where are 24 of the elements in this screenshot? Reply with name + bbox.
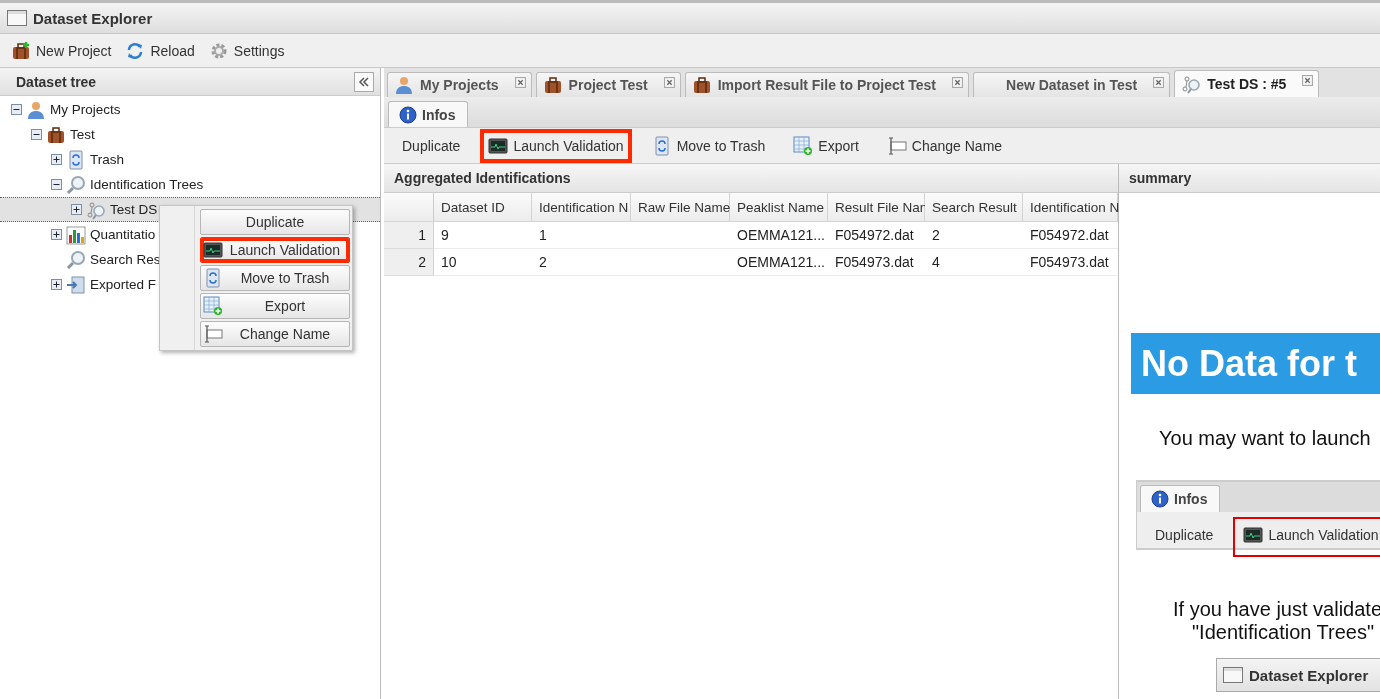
help-text: "Identification Trees" xyxy=(1191,621,1376,644)
table-cell: F054972.dat xyxy=(1023,222,1118,249)
action-label: Duplicate xyxy=(1154,526,1215,545)
row-number: 2 xyxy=(384,249,434,276)
table-cell: F054972.dat xyxy=(828,222,925,249)
panel-title: Dataset tree xyxy=(16,73,97,90)
table-cell: 2 xyxy=(925,222,1023,249)
window-title: Dataset Explorer xyxy=(33,9,153,27)
table-cell: 4 xyxy=(925,249,1023,276)
table-cell: OEMMA121... xyxy=(730,249,828,276)
panel-title: summary xyxy=(1119,164,1380,193)
action-label: Launch Validation xyxy=(1233,517,1380,557)
banner-heading: No Data for t xyxy=(1131,333,1380,394)
table-cell: 10 xyxy=(434,249,532,276)
table-cell: 2 xyxy=(532,249,631,276)
table-cell: 9 xyxy=(434,222,532,249)
panel-title: Aggregated Identifications xyxy=(384,164,1118,193)
table-cell: F054973.dat xyxy=(1023,249,1118,276)
row-number: 1 xyxy=(384,222,434,249)
table-cell: OEMMA121... xyxy=(730,222,828,249)
window-title: Dataset Explorer xyxy=(1249,666,1369,684)
help-text: You may want to launch xyxy=(1159,427,1372,450)
table-cell: F054973.dat xyxy=(828,249,925,276)
table-cell: 1 xyxy=(532,222,631,249)
